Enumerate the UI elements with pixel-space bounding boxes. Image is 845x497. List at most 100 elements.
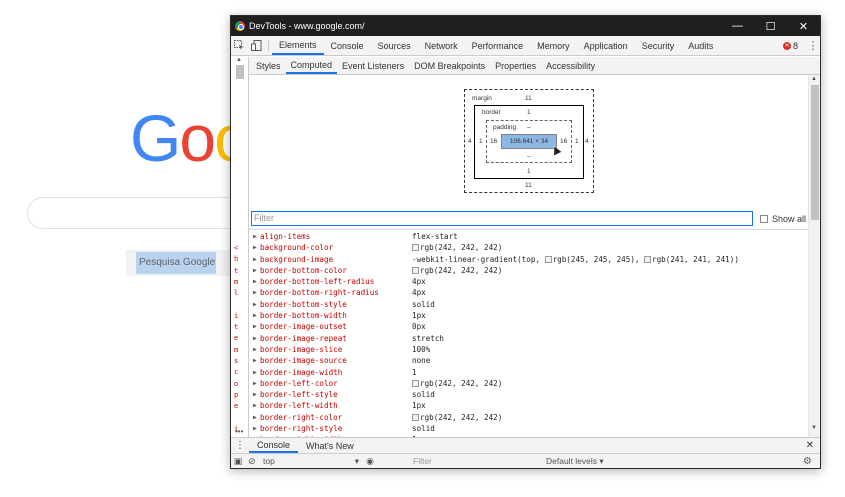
console-filter-input[interactable]: Filter: [413, 456, 432, 466]
color-swatch[interactable]: [544, 255, 552, 263]
computed-scrollbar-thumb[interactable]: [811, 85, 819, 220]
tab-security[interactable]: Security: [635, 36, 682, 55]
minimize-button[interactable]: —: [721, 16, 754, 36]
computed-property-row[interactable]: ▶ border-image-outset 0px: [249, 321, 808, 332]
context-selector[interactable]: top ▾: [259, 456, 359, 467]
property-value: 1: [412, 367, 417, 378]
title-bar: DevTools - www.google.com/ — ☐ ✕: [231, 16, 820, 36]
tab-performance[interactable]: Performance: [465, 36, 531, 55]
expand-triangle-icon[interactable]: ▶: [253, 389, 257, 400]
scroll-up-icon[interactable]: ▲: [811, 76, 817, 82]
drawer-menu-icon[interactable]: ⋮: [231, 438, 249, 453]
property-name: border-image-width: [260, 367, 343, 377]
subtab-properties[interactable]: Properties: [490, 57, 541, 74]
elements-tree-pane[interactable]: ▲ < h t m l itemscope i •••: [231, 57, 249, 437]
inspect-element-icon[interactable]: [231, 36, 248, 55]
show-all-label: Show all: [772, 214, 807, 224]
computed-property-row[interactable]: ▶ border-image-slice 100%: [249, 344, 808, 355]
clear-console-icon[interactable]: ⊘: [245, 456, 259, 467]
computed-property-row[interactable]: ▶ background-image -webkit-linear-gradient…: [249, 254, 808, 265]
tab-network[interactable]: Network: [418, 36, 465, 55]
expand-triangle-icon[interactable]: ▶: [253, 355, 257, 366]
color-swatch[interactable]: [644, 255, 652, 263]
computed-property-row[interactable]: ▶ border-image-width 1: [249, 367, 808, 378]
tab-console[interactable]: Console: [324, 36, 371, 55]
expand-triangle-icon[interactable]: ▶: [253, 321, 257, 332]
margin-bottom-value: 11: [525, 182, 532, 189]
expand-triangle-icon[interactable]: ▶: [253, 231, 257, 242]
color-swatch[interactable]: [412, 244, 419, 252]
subtab-event-listeners[interactable]: Event Listeners: [337, 57, 409, 74]
computed-scrollbar[interactable]: ▲ ▼: [808, 75, 820, 437]
gutter-char: <: [234, 244, 239, 252]
computed-property-row[interactable]: ▶ border-left-width 1px: [249, 400, 808, 411]
eye-icon[interactable]: ◉: [363, 456, 377, 467]
show-all-toggle[interactable]: Show all: [760, 214, 806, 224]
tab-elements[interactable]: Elements: [272, 36, 324, 55]
error-counter[interactable]: ✕ 8: [782, 41, 798, 51]
computed-property-row[interactable]: ▶ background-color rgb(242, 242, 242): [249, 242, 808, 253]
expand-triangle-icon[interactable]: ▶: [253, 310, 257, 321]
tab-audits[interactable]: Audits: [681, 36, 720, 55]
expand-triangle-icon[interactable]: ▶: [253, 299, 257, 310]
expand-triangle-icon[interactable]: ▶: [253, 367, 257, 378]
sidebar-toggle-icon[interactable]: ▣: [231, 456, 245, 467]
expand-triangle-icon[interactable]: ▶: [253, 254, 257, 265]
expand-triangle-icon[interactable]: ▶: [253, 344, 257, 355]
device-toolbar-icon[interactable]: [248, 36, 265, 55]
scroll-up-arrow-icon[interactable]: ▲: [236, 57, 242, 63]
elements-scrollbar-thumb[interactable]: [236, 65, 244, 79]
tab-sources[interactable]: Sources: [371, 36, 418, 55]
subtab-accessibility[interactable]: Accessibility: [541, 57, 600, 74]
computed-property-row[interactable]: ▶ border-bottom-right-radius 4px: [249, 287, 808, 298]
gutter-char: l: [234, 289, 239, 298]
expand-triangle-icon[interactable]: ▶: [253, 378, 257, 389]
computed-property-row[interactable]: ▶ border-bottom-left-radius 4px: [249, 276, 808, 287]
expand-triangle-icon[interactable]: ▶: [253, 265, 257, 276]
expand-triangle-icon[interactable]: ▶: [253, 423, 257, 434]
computed-property-row[interactable]: ▶ border-right-style solid: [249, 423, 808, 434]
computed-property-row[interactable]: ▶ border-left-style solid: [249, 389, 808, 400]
subtab-dom-breakpoints[interactable]: DOM Breakpoints: [409, 57, 490, 74]
expand-triangle-icon[interactable]: ▶: [253, 400, 257, 411]
gutter-char: h: [234, 255, 239, 264]
expand-triangle-icon[interactable]: ▶: [253, 333, 257, 344]
maximize-button[interactable]: ☐: [754, 16, 787, 36]
subtab-computed[interactable]: Computed: [285, 57, 338, 74]
computed-property-row[interactable]: ▶ align-items flex-start: [249, 231, 808, 242]
console-settings-gear-icon[interactable]: ⚙: [803, 456, 812, 467]
computed-property-row[interactable]: ▶ border-image-repeat stretch: [249, 333, 808, 344]
expand-triangle-icon[interactable]: ▶: [253, 242, 257, 253]
drawer-tab-console[interactable]: Console: [249, 438, 299, 453]
more-icon[interactable]: •••: [235, 427, 243, 436]
computed-property-row[interactable]: ▶ border-bottom-width 1px: [249, 310, 808, 321]
tab-application[interactable]: Application: [577, 36, 635, 55]
show-all-checkbox[interactable]: [760, 215, 768, 223]
computed-property-row[interactable]: ▶ border-right-color rgb(242, 242, 242): [249, 412, 808, 423]
expand-triangle-icon[interactable]: ▶: [253, 412, 257, 423]
computed-filter-input[interactable]: Filter: [251, 211, 753, 226]
subtab-styles[interactable]: Styles: [251, 57, 286, 74]
expand-triangle-icon[interactable]: ▶: [253, 276, 257, 287]
log-levels-dropdown[interactable]: Default levels ▾: [546, 456, 604, 467]
computed-property-row[interactable]: ▶ border-image-source none: [249, 355, 808, 366]
tab-memory[interactable]: Memory: [530, 36, 577, 55]
scroll-down-icon[interactable]: ▼: [811, 425, 817, 431]
property-value: -webkit-linear-gradient(top, rgb(245, 24…: [412, 254, 739, 265]
google-search-button[interactable]: Pesquisa Google: [126, 250, 236, 276]
expand-triangle-icon[interactable]: ▶: [253, 287, 257, 298]
drawer-tab-what-s-new[interactable]: What's New: [298, 438, 362, 453]
color-swatch[interactable]: [412, 379, 419, 387]
computed-property-row[interactable]: ▶ border-bottom-color rgb(242, 242, 242): [249, 265, 808, 276]
gutter-char: e: [234, 402, 239, 411]
computed-property-row[interactable]: ▶ border-left-color rgb(242, 242, 242): [249, 378, 808, 389]
customize-menu-icon[interactable]: ⋮: [806, 39, 820, 52]
property-name: border-left-color: [260, 378, 338, 388]
property-name: border-right-color: [260, 412, 343, 422]
gutter-char: [234, 299, 244, 310]
computed-property-row[interactable]: ▶ border-bottom-style solid: [249, 299, 808, 310]
color-swatch[interactable]: [412, 413, 419, 421]
close-drawer-icon[interactable]: ✕: [800, 438, 820, 453]
color-swatch[interactable]: [412, 266, 419, 274]
close-window-button[interactable]: ✕: [787, 16, 820, 36]
